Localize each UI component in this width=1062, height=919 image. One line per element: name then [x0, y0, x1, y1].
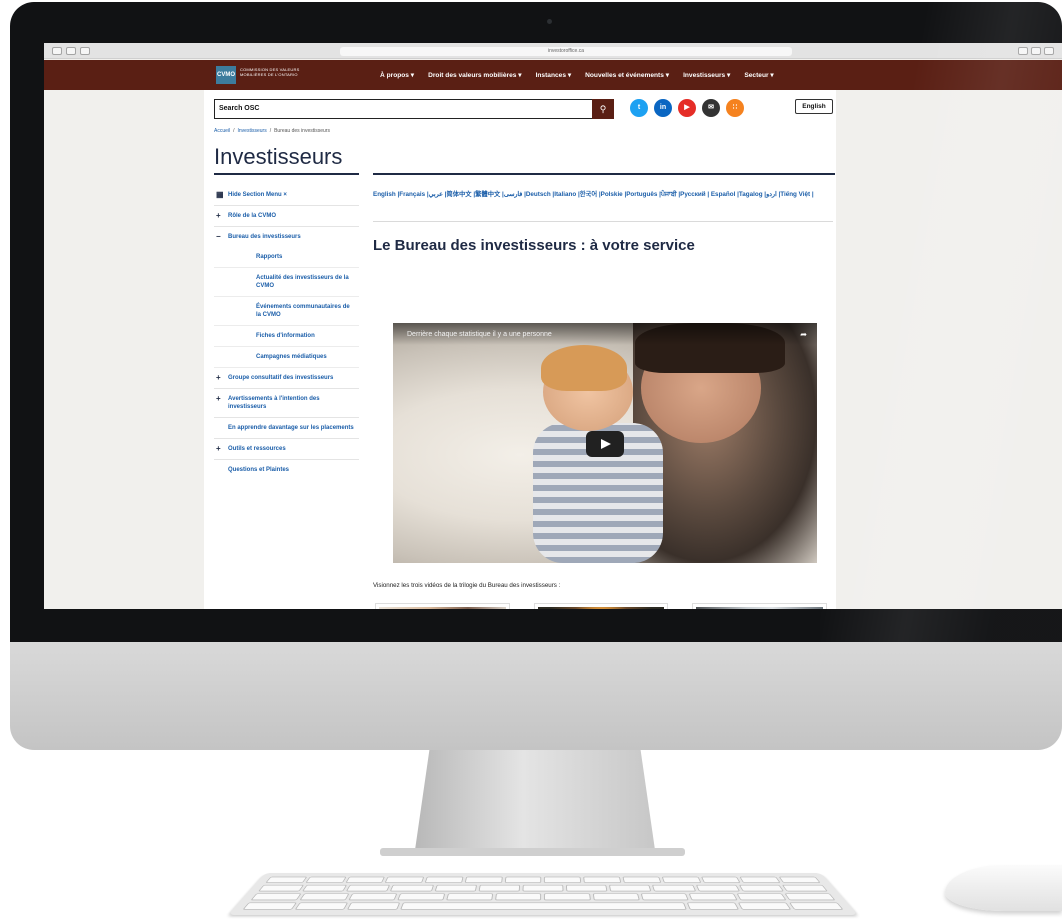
video-thumbnail-2[interactable] — [533, 603, 669, 609]
download-icon[interactable] — [1018, 47, 1028, 55]
page-content: Search OSC ⚲ t in ▶ ✉ ∷ English Accueil … — [204, 90, 836, 609]
video-thumbnail-3[interactable] — [692, 603, 828, 609]
monitor-stand-base — [380, 848, 685, 856]
sidebar-item-outils[interactable]: + Outils et ressources — [214, 439, 359, 460]
forward-button[interactable] — [66, 47, 76, 55]
sidebar-item-label: En apprendre davantage sur les placement… — [228, 425, 354, 431]
browser-actions — [1018, 47, 1054, 55]
divider — [214, 173, 359, 175]
mouse — [945, 865, 1062, 911]
divider — [373, 221, 833, 222]
share-icon[interactable]: ➦ — [800, 330, 807, 339]
search-input[interactable]: Search OSC ⚲ — [214, 99, 614, 119]
sidebar-item-label: Groupe consultatif des investisseurs — [228, 375, 334, 381]
breadcrumb: Accueil / Investisseurs / Bureau des inv… — [214, 128, 330, 134]
sidebar-subitem-evenements[interactable]: Événements communautaires de la CVMO — [214, 297, 359, 326]
sidebar-item-label: Avertissements à l'intention des investi… — [228, 396, 320, 410]
search-button[interactable]: ⚲ — [592, 99, 614, 119]
breadcrumb-item-investisseurs[interactable]: Investisseurs — [238, 128, 267, 134]
divider — [373, 173, 835, 175]
menu-item-secteur[interactable]: Secteur ▾ — [744, 71, 773, 79]
video-figure — [541, 345, 627, 391]
expand-icon: + — [216, 394, 221, 403]
share-icon[interactable] — [1031, 47, 1041, 55]
breadcrumb-separator: / — [269, 128, 272, 134]
keyboard-row — [242, 902, 844, 910]
sidebar-subitem-campagnes[interactable]: Campagnes médiatiques — [214, 347, 359, 368]
sidebar-item-questions[interactable]: Questions et Plaintes — [214, 460, 359, 480]
video-caption: Visionnez les trois vidéos de la trilogi… — [373, 582, 561, 589]
desktop-scene: investoroffice.ca CVMO COMMISSION DES VA… — [0, 0, 1062, 919]
language-toggle-button[interactable]: English — [795, 99, 833, 114]
keyboard-row — [265, 876, 821, 883]
hide-section-menu-button[interactable]: ▦ Hide Section Menu × — [214, 185, 359, 206]
back-button[interactable] — [52, 47, 62, 55]
rss-icon[interactable]: ∷ — [726, 99, 744, 117]
menu-item-nouvelles[interactable]: Nouvelles et événements ▾ — [585, 71, 669, 79]
menu-item-a-propos[interactable]: À propos ▾ — [380, 71, 414, 79]
expand-icon: + — [216, 211, 221, 220]
menu-item-investisseurs[interactable]: Investisseurs ▾ — [683, 71, 730, 79]
thumbnail-image — [537, 607, 665, 609]
video-title-bar: Derrière chaque statistique il y a une p… — [393, 323, 817, 345]
sidebar-item-label: Bureau des investisseurs — [228, 234, 301, 240]
main-menu: À propos ▾ Droit des valeurs mobilières … — [380, 71, 774, 79]
menu-item-instances[interactable]: Instances ▾ — [536, 71, 572, 79]
monitor-stand — [415, 750, 655, 850]
menu-icon: ▦ — [216, 190, 224, 199]
page-title: Investisseurs — [214, 144, 343, 169]
sidebar-item-apprendre[interactable]: En apprendre davantage sur les placement… — [214, 418, 359, 439]
sidebar-subitem-actualite[interactable]: Actualité des investisseurs de la CVMO — [214, 268, 359, 297]
play-icon[interactable] — [586, 431, 624, 457]
keyboard — [228, 873, 858, 915]
twitter-icon[interactable]: t — [630, 99, 648, 117]
email-icon[interactable]: ✉ — [702, 99, 720, 117]
sidebar-item-label: Rôle de la CVMO — [228, 213, 277, 219]
keyboard-row — [250, 893, 836, 901]
thumbnail-image — [379, 607, 506, 609]
social-links: t in ▶ ✉ ∷ — [630, 99, 744, 117]
keyboard-row — [258, 884, 828, 892]
hide-section-menu-label: Hide Section Menu × — [228, 192, 287, 198]
breadcrumb-item-accueil[interactable]: Accueil — [214, 128, 230, 134]
thumbnail-image — [696, 607, 824, 609]
sidebar-subitem-fiches[interactable]: Fiches d'information — [214, 326, 359, 347]
sidebar-item-groupe-consultatif[interactable]: + Groupe consultatif des investisseurs — [214, 368, 359, 389]
sidebar-toggle-button[interactable] — [80, 47, 90, 55]
collapse-icon: − — [216, 232, 221, 241]
video-player[interactable]: Derrière chaque statistique il y a une p… — [393, 323, 817, 563]
section-heading: Le Bureau des investisseurs : à votre se… — [373, 237, 695, 254]
youtube-icon[interactable]: ▶ — [678, 99, 696, 117]
sidebar-item-label: Outils et ressources — [228, 446, 286, 452]
site-navigation: CVMO COMMISSION DES VALEURS MOBILIÈRES D… — [44, 60, 1062, 90]
browser-nav-buttons — [52, 47, 90, 55]
language-links[interactable]: English |Français |عربي |简体中文 |繁體中文 |فار… — [373, 188, 833, 202]
search-placeholder: Search OSC — [219, 105, 260, 112]
monitor-chin — [10, 642, 1062, 750]
sidebar-subitem-rapports[interactable]: Rapports — [214, 247, 359, 268]
breadcrumb-separator: / — [233, 128, 235, 134]
logo-text: COMMISSION DES VALEURS MOBILIÈRES DE L'O… — [240, 67, 300, 77]
expand-icon: + — [216, 373, 221, 382]
sidebar-item-role-cvmo[interactable]: + Rôle de la CVMO — [214, 206, 359, 227]
sidebar-item-label: Questions et Plaintes — [228, 467, 290, 473]
monitor-screen: investoroffice.ca CVMO COMMISSION DES VA… — [44, 43, 1062, 609]
address-bar[interactable]: investoroffice.ca — [340, 47, 792, 56]
tabs-icon[interactable] — [1044, 47, 1054, 55]
search-icon: ⚲ — [599, 104, 607, 114]
browser-toolbar: investoroffice.ca — [44, 43, 1062, 59]
sidebar-item-avertissements[interactable]: + Avertissements à l'intention des inves… — [214, 389, 359, 418]
camera-icon — [547, 19, 552, 24]
menu-item-droit[interactable]: Droit des valeurs mobilières ▾ — [428, 71, 521, 79]
expand-icon: + — [216, 444, 221, 453]
video-thumbnails — [375, 603, 828, 609]
logo[interactable]: CVMO — [216, 66, 236, 84]
sidebar-item-bureau-investisseurs[interactable]: − Bureau des investisseurs — [214, 227, 359, 247]
video-thumbnail-1[interactable] — [375, 603, 510, 609]
section-sidebar: ▦ Hide Section Menu × + Rôle de la CVMO … — [214, 185, 359, 480]
linkedin-icon[interactable]: in — [654, 99, 672, 117]
video-title[interactable]: Derrière chaque statistique il y a une p… — [407, 331, 552, 338]
breadcrumb-item-current: Bureau des investisseurs — [274, 128, 330, 134]
